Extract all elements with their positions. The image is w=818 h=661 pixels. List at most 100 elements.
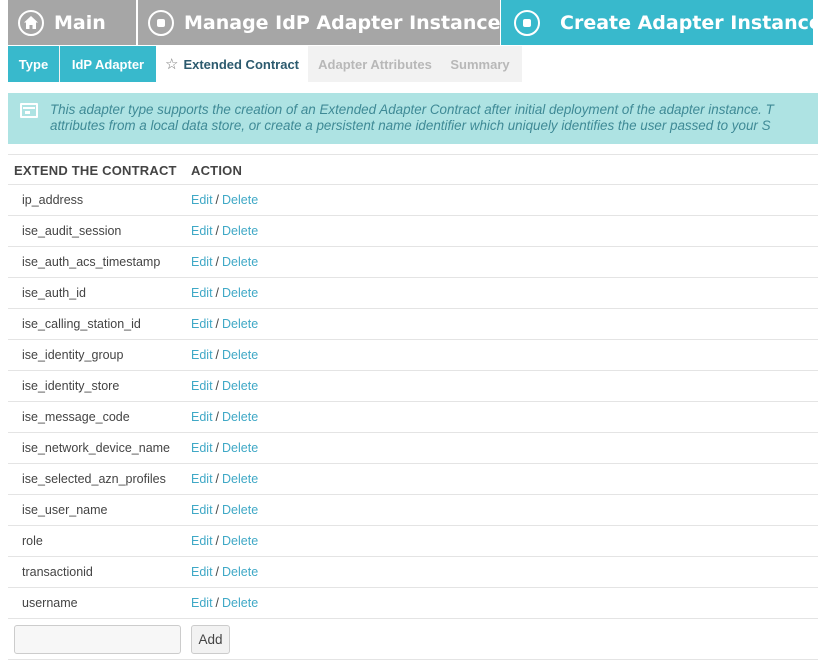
- info-line-1: This adapter type supports the creation …: [50, 102, 774, 117]
- tab-idp-adapter-label: IdP Adapter: [71, 56, 145, 72]
- edit-link[interactable]: Edit: [191, 596, 213, 610]
- delete-link[interactable]: Delete: [222, 441, 258, 455]
- edit-link[interactable]: Edit: [191, 379, 213, 393]
- attribute-name: role: [22, 534, 43, 548]
- edit-link[interactable]: Edit: [191, 410, 213, 424]
- edit-link[interactable]: Edit: [191, 317, 213, 331]
- table-row: ip_address Edit / Delete: [8, 185, 818, 216]
- row-actions: Edit / Delete: [191, 379, 258, 393]
- tab-idp-adapter[interactable]: IdP Adapter: [60, 46, 156, 82]
- tab-extended-contract-label: Extended Contract: [183, 56, 300, 72]
- tab-adapter-attributes: Adapter Attributes: [310, 46, 440, 82]
- info-line-2: attributes from a local data store, or c…: [50, 118, 771, 133]
- row-actions: Edit / Delete: [191, 565, 258, 579]
- edit-link[interactable]: Edit: [191, 534, 213, 548]
- row-actions: Edit / Delete: [191, 193, 258, 207]
- attribute-name: ise_selected_azn_profiles: [22, 472, 166, 486]
- edit-link[interactable]: Edit: [191, 565, 213, 579]
- row-actions: Edit / Delete: [191, 255, 258, 269]
- add-button[interactable]: Add: [191, 625, 230, 654]
- home-icon: [18, 9, 44, 36]
- row-actions: Edit / Delete: [191, 348, 258, 362]
- action-separator: /: [215, 255, 220, 269]
- action-separator: /: [215, 441, 220, 455]
- attribute-name: ise_identity_store: [22, 379, 120, 393]
- attribute-name: ise_auth_acs_timestamp: [22, 255, 161, 269]
- message-icon: [20, 103, 38, 118]
- table-row: ise_identity_store Edit / Delete: [8, 371, 818, 402]
- action-separator: /: [215, 317, 220, 331]
- attribute-name: username: [22, 596, 78, 610]
- table-row: ise_auth_acs_timestamp Edit / Delete: [8, 247, 818, 278]
- table-header: EXTEND THE CONTRACT ACTION: [8, 154, 818, 185]
- action-separator: /: [215, 534, 220, 548]
- info-banner: This adapter type supports the creation …: [8, 93, 818, 144]
- table-body: ip_address Edit / Delete ise_audit_session Ed…: [8, 185, 818, 619]
- delete-link[interactable]: Delete: [222, 565, 258, 579]
- edit-link[interactable]: Edit: [191, 286, 213, 300]
- delete-link[interactable]: Delete: [222, 410, 258, 424]
- edit-link[interactable]: Edit: [191, 441, 213, 455]
- delete-link[interactable]: Delete: [222, 317, 258, 331]
- delete-link[interactable]: Delete: [222, 193, 258, 207]
- delete-link[interactable]: Delete: [222, 224, 258, 238]
- tab-summary: Summary: [444, 46, 516, 82]
- action-separator: /: [215, 565, 220, 579]
- delete-link[interactable]: Delete: [222, 286, 258, 300]
- breadcrumb-manage-idp-adapter-instances[interactable]: Manage IdP Adapter Instances: [138, 0, 512, 45]
- tab-extended-contract[interactable]: ☆ Extended Contract: [156, 46, 308, 82]
- action-separator: /: [215, 286, 220, 300]
- table-row: ise_calling_station_id Edit / Delete: [8, 309, 818, 340]
- attribute-name: ise_audit_session: [22, 224, 122, 238]
- delete-link[interactable]: Delete: [222, 503, 258, 517]
- action-separator: /: [215, 224, 220, 238]
- tab-type[interactable]: Type: [8, 46, 59, 82]
- delete-link[interactable]: Delete: [222, 534, 258, 548]
- delete-link[interactable]: Delete: [222, 348, 258, 362]
- action-separator: /: [215, 193, 220, 207]
- delete-link[interactable]: Delete: [222, 255, 258, 269]
- attribute-name: ise_network_device_name: [22, 441, 171, 455]
- edit-link[interactable]: Edit: [191, 193, 213, 207]
- column-header-extend-the-contract: EXTEND THE CONTRACT: [14, 163, 177, 178]
- row-actions: Edit / Delete: [191, 410, 258, 424]
- new-attribute-input[interactable]: [14, 625, 181, 654]
- row-actions: Edit / Delete: [191, 534, 258, 548]
- attribute-name: ise_identity_group: [22, 348, 124, 362]
- breadcrumb-create-adapter-instance: Create Adapter Instance: [501, 0, 818, 45]
- star-icon: ☆: [164, 56, 179, 73]
- breadcrumb-main[interactable]: Main: [8, 0, 136, 45]
- delete-link[interactable]: Delete: [222, 596, 258, 610]
- action-separator: /: [215, 410, 220, 424]
- tab-summary-label: Summary: [450, 56, 510, 72]
- edit-link[interactable]: Edit: [191, 472, 213, 486]
- action-separator: /: [215, 348, 220, 362]
- row-actions: Edit / Delete: [191, 472, 258, 486]
- table-row: ise_audit_session Edit / Delete: [8, 216, 818, 247]
- edit-link[interactable]: Edit: [191, 255, 213, 269]
- action-separator: /: [215, 503, 220, 517]
- table-row: transactionid Edit / Delete: [8, 557, 818, 588]
- breadcrumb-manage-label: Manage IdP Adapter Instances: [184, 11, 512, 34]
- row-actions: Edit / Delete: [191, 224, 258, 238]
- delete-link[interactable]: Delete: [222, 379, 258, 393]
- delete-link[interactable]: Delete: [222, 472, 258, 486]
- row-actions: Edit / Delete: [191, 441, 258, 455]
- breadcrumb-main-label: Main: [54, 11, 106, 34]
- edit-link[interactable]: Edit: [191, 348, 213, 362]
- edit-link[interactable]: Edit: [191, 503, 213, 517]
- add-attribute-row: Add: [8, 620, 818, 660]
- row-actions: Edit / Delete: [191, 317, 258, 331]
- table-row: ise_identity_group Edit / Delete: [8, 340, 818, 371]
- edit-link[interactable]: Edit: [191, 224, 213, 238]
- table-row: ise_selected_azn_profiles Edit / Delete: [8, 464, 818, 495]
- table-row: ise_user_name Edit / Delete: [8, 495, 818, 526]
- attribute-name: ise_user_name: [22, 503, 108, 517]
- breadcrumb-create-label: Create Adapter Instance: [560, 11, 818, 34]
- stop-circle-icon: [148, 9, 174, 36]
- row-actions: Edit / Delete: [191, 596, 258, 610]
- tab-type-label: Type: [18, 56, 49, 72]
- info-text: This adapter type supports the creation …: [50, 102, 818, 134]
- table-row: username Edit / Delete: [8, 588, 818, 619]
- action-separator: /: [215, 379, 220, 393]
